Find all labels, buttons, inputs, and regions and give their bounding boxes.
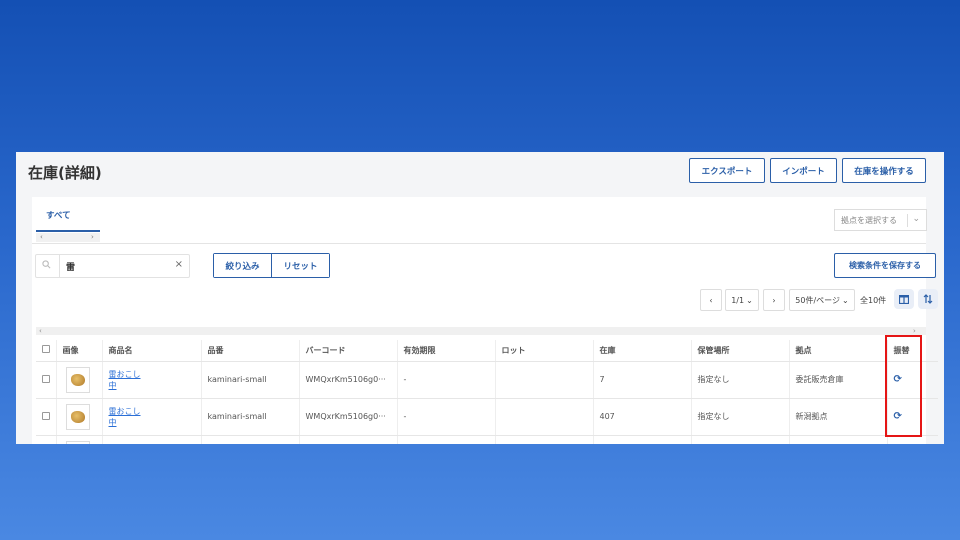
inventory-table: 画像 商品名 品番 バーコード 有効期限 ロット 在庫 保管場所 拠点 振替 雷… (36, 340, 938, 444)
prev-page-button[interactable]: ‹ (700, 289, 722, 311)
tab-scrollbar[interactable]: ‹ › (36, 233, 100, 242)
select-all-cell[interactable] (36, 340, 57, 362)
filter-button-group: 絞り込み リセット (213, 253, 330, 278)
select-divider (907, 214, 908, 227)
location-select-placeholder: 拠点を選択する (841, 215, 897, 225)
table-row: 雷おこし中 kaminari-small WMQxrKm5106g0··· - … (36, 398, 938, 436)
barcode-cell: WMQxrKm5106g0··· (299, 398, 398, 436)
product-thumbnail (65, 440, 90, 444)
chevron-down-icon: ⌄ (912, 214, 920, 224)
column-header: ロット (495, 340, 594, 362)
main-panel: すべて ‹ › 拠点を選択する ⌄ 雷 × 絞り込み リセット 検索条件を保存す… (32, 197, 938, 444)
total-count: 全10件 (860, 296, 887, 305)
scroll-left-icon[interactable]: ‹ (40, 233, 43, 242)
chevron-down-icon: ⌄ (746, 295, 753, 305)
narrow-button[interactable]: 絞り込み (214, 254, 272, 277)
product-name-link[interactable]: 雷おこし中 (109, 369, 201, 391)
table-header-row: 画像 商品名 品番 バーコード 有効期限 ロット 在庫 保管場所 拠点 振替 (36, 340, 938, 362)
save-search-button[interactable]: 検索条件を保存する (834, 253, 936, 278)
product-name-link[interactable]: 雷おこし中 (109, 406, 201, 428)
column-header: バーコード (299, 340, 398, 362)
stock-cell: 407 (593, 398, 692, 436)
column-header: 有効期限 (397, 340, 496, 362)
column-header: 在庫 (593, 340, 692, 362)
highlight-box (885, 335, 922, 437)
next-page-button[interactable]: › (763, 289, 785, 311)
table-scrollbar[interactable]: ‹ › (36, 327, 926, 335)
inventory-screen: 在庫(詳細) エクスポート インポート 在庫を操作する すべて ‹ › 拠点を選… (16, 152, 944, 444)
export-button[interactable]: エクスポート (689, 158, 765, 183)
column-header: 品番 (201, 340, 300, 362)
row-checkbox[interactable] (42, 411, 50, 420)
column-header: 商品名 (102, 340, 202, 362)
product-image (70, 410, 85, 423)
chevron-down-icon: ⌄ (842, 295, 849, 305)
scroll-left-icon[interactable]: ‹ (39, 327, 42, 335)
expiry-cell: - (397, 361, 496, 399)
location-select[interactable]: 拠点を選択する ⌄ (834, 209, 927, 231)
select-all-checkbox[interactable] (42, 345, 50, 354)
sku-cell: kaminari-small (201, 361, 300, 399)
barcode-cell: WMQxrKm5106g0··· (299, 361, 398, 399)
expiry-cell: - (397, 398, 496, 436)
column-header: 保管場所 (691, 340, 790, 362)
columns-icon[interactable] (894, 289, 914, 309)
per-page-select[interactable]: 50件/ページ ⌄ (789, 289, 855, 311)
import-button[interactable]: インポート (770, 158, 837, 183)
storage-cell: 指定なし (691, 398, 790, 436)
search-value: 雷 (66, 263, 76, 273)
product-image (70, 373, 85, 386)
product-thumbnail (65, 366, 90, 393)
lot-cell (495, 398, 594, 436)
storage-cell: 指定なし (691, 361, 790, 399)
search-icon (42, 260, 51, 272)
location-cell: 新潟拠点 (789, 398, 888, 436)
column-header: 拠点 (789, 340, 888, 362)
table-row: 雷おこし中 kaminari-small WMQxrKm5106g0··· - … (36, 361, 938, 399)
search-divider (59, 255, 60, 277)
clear-icon[interactable]: × (175, 259, 183, 270)
page-select[interactable]: 1/1 ⌄ (725, 289, 759, 311)
page-indicator: 1/1 (731, 295, 745, 305)
sku-cell: kaminari-small (201, 398, 300, 436)
sort-icon[interactable] (918, 289, 938, 309)
product-thumbnail (65, 403, 90, 430)
operate-stock-button[interactable]: 在庫を操作する (842, 158, 926, 183)
search-input[interactable]: 雷 × (35, 254, 190, 278)
reset-button[interactable]: リセット (272, 254, 329, 277)
column-header: 画像 (56, 340, 103, 362)
table-row (36, 435, 938, 444)
lot-cell (495, 361, 594, 399)
tab-all[interactable]: すべて (46, 209, 71, 221)
tab-active-indicator (36, 230, 100, 232)
page-title: 在庫(詳細) (28, 164, 102, 182)
per-page-label: 50件/ページ (795, 295, 840, 305)
location-cell: 委託販売倉庫 (789, 361, 888, 399)
tab-divider (32, 243, 926, 244)
row-checkbox[interactable] (42, 374, 50, 383)
scroll-right-icon[interactable]: › (91, 233, 94, 242)
scroll-right-icon[interactable]: › (913, 327, 916, 335)
stock-cell: 7 (593, 361, 692, 399)
